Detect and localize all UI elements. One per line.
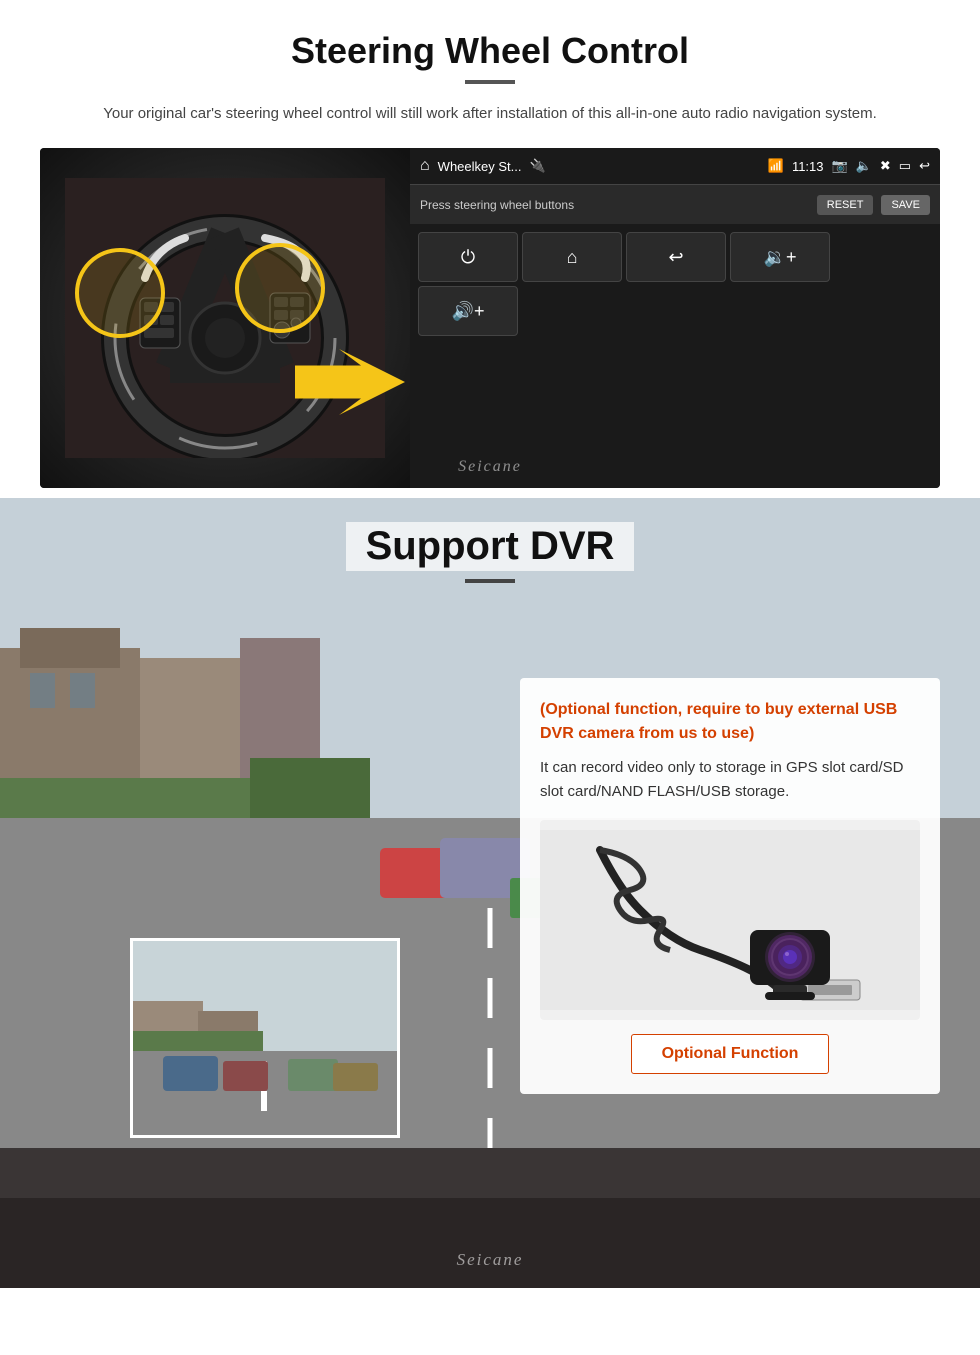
dvr-thumbnail-svg	[133, 941, 400, 1138]
status-time: 11:13	[792, 159, 824, 174]
vol-up-button[interactable]: 🔊+	[418, 286, 518, 336]
yellow-arrow	[295, 348, 405, 438]
steering-image-block: ⌂ Wheelkey St... 🔌 📶 11:13 📷 🔈 ✖ ▭ ↩ Pre…	[40, 148, 940, 488]
reset-button[interactable]: RESET	[817, 195, 874, 215]
steering-title-underline	[465, 80, 515, 84]
screen-icon: ▭	[899, 158, 911, 174]
camera-icon: 📷	[832, 158, 848, 174]
highlight-circle-left	[75, 248, 165, 338]
close-icon: ✖	[880, 158, 891, 174]
dvr-thumbnail-inner	[133, 941, 397, 1135]
ui-prompt-text: Press steering wheel buttons	[420, 198, 809, 212]
dvr-section: Support DVR (Optional function, require …	[0, 498, 980, 1288]
usb-icon: 🔌	[529, 158, 545, 174]
ui-statusbar: ⌂ Wheelkey St... 🔌 📶 11:13 📷 🔈 ✖ ▭ ↩	[410, 148, 940, 184]
back-icon: ↩	[919, 158, 930, 174]
steering-wheel-photo	[40, 148, 410, 488]
volume-icon: 🔈	[856, 158, 872, 174]
dvr-description-text: It can record video only to storage in G…	[540, 756, 920, 804]
steering-title: Steering Wheel Control	[40, 30, 940, 72]
dvr-thumbnail	[130, 938, 400, 1138]
wifi-icon: 📶	[768, 158, 784, 174]
save-button[interactable]: SAVE	[881, 195, 930, 215]
dvr-title: Support DVR	[346, 522, 635, 571]
home-nav-icon: ⌂	[420, 157, 430, 175]
vol-down-button[interactable]: 🔉+	[730, 232, 830, 282]
steering-description: Your original car's steering wheel contr…	[40, 102, 940, 126]
ui-control-row: Press steering wheel buttons RESET SAVE	[410, 184, 940, 224]
optional-function-area: Optional Function	[540, 1034, 920, 1074]
steering-ui-panel: ⌂ Wheelkey St... 🔌 📶 11:13 📷 🔈 ✖ ▭ ↩ Pre…	[410, 148, 940, 488]
home-button[interactable]: ⌂	[522, 232, 622, 282]
dvr-title-area: Support DVR	[0, 498, 980, 593]
ui-icon-buttons-grid: ⏻ ⌂ ↩ 🔉+ 🔊+	[410, 224, 940, 344]
dvr-camera-svg	[540, 820, 920, 1020]
highlight-circle-right	[235, 243, 325, 333]
seicane-watermark-dvr: Seicane	[457, 1250, 524, 1270]
dvr-optional-text: (Optional function, require to buy exter…	[540, 698, 920, 746]
ui-app-name: Wheelkey St...	[438, 159, 522, 174]
steering-section: Steering Wheel Control Your original car…	[0, 0, 980, 488]
power-button[interactable]: ⏻	[418, 232, 518, 282]
dvr-camera-image	[540, 820, 920, 1020]
optional-function-button[interactable]: Optional Function	[631, 1034, 830, 1074]
dvr-title-underline	[465, 579, 515, 583]
dvr-info-card: (Optional function, require to buy exter…	[520, 678, 940, 1094]
seicane-watermark-steering: Seicane	[458, 458, 522, 476]
back-button[interactable]: ↩	[626, 232, 726, 282]
